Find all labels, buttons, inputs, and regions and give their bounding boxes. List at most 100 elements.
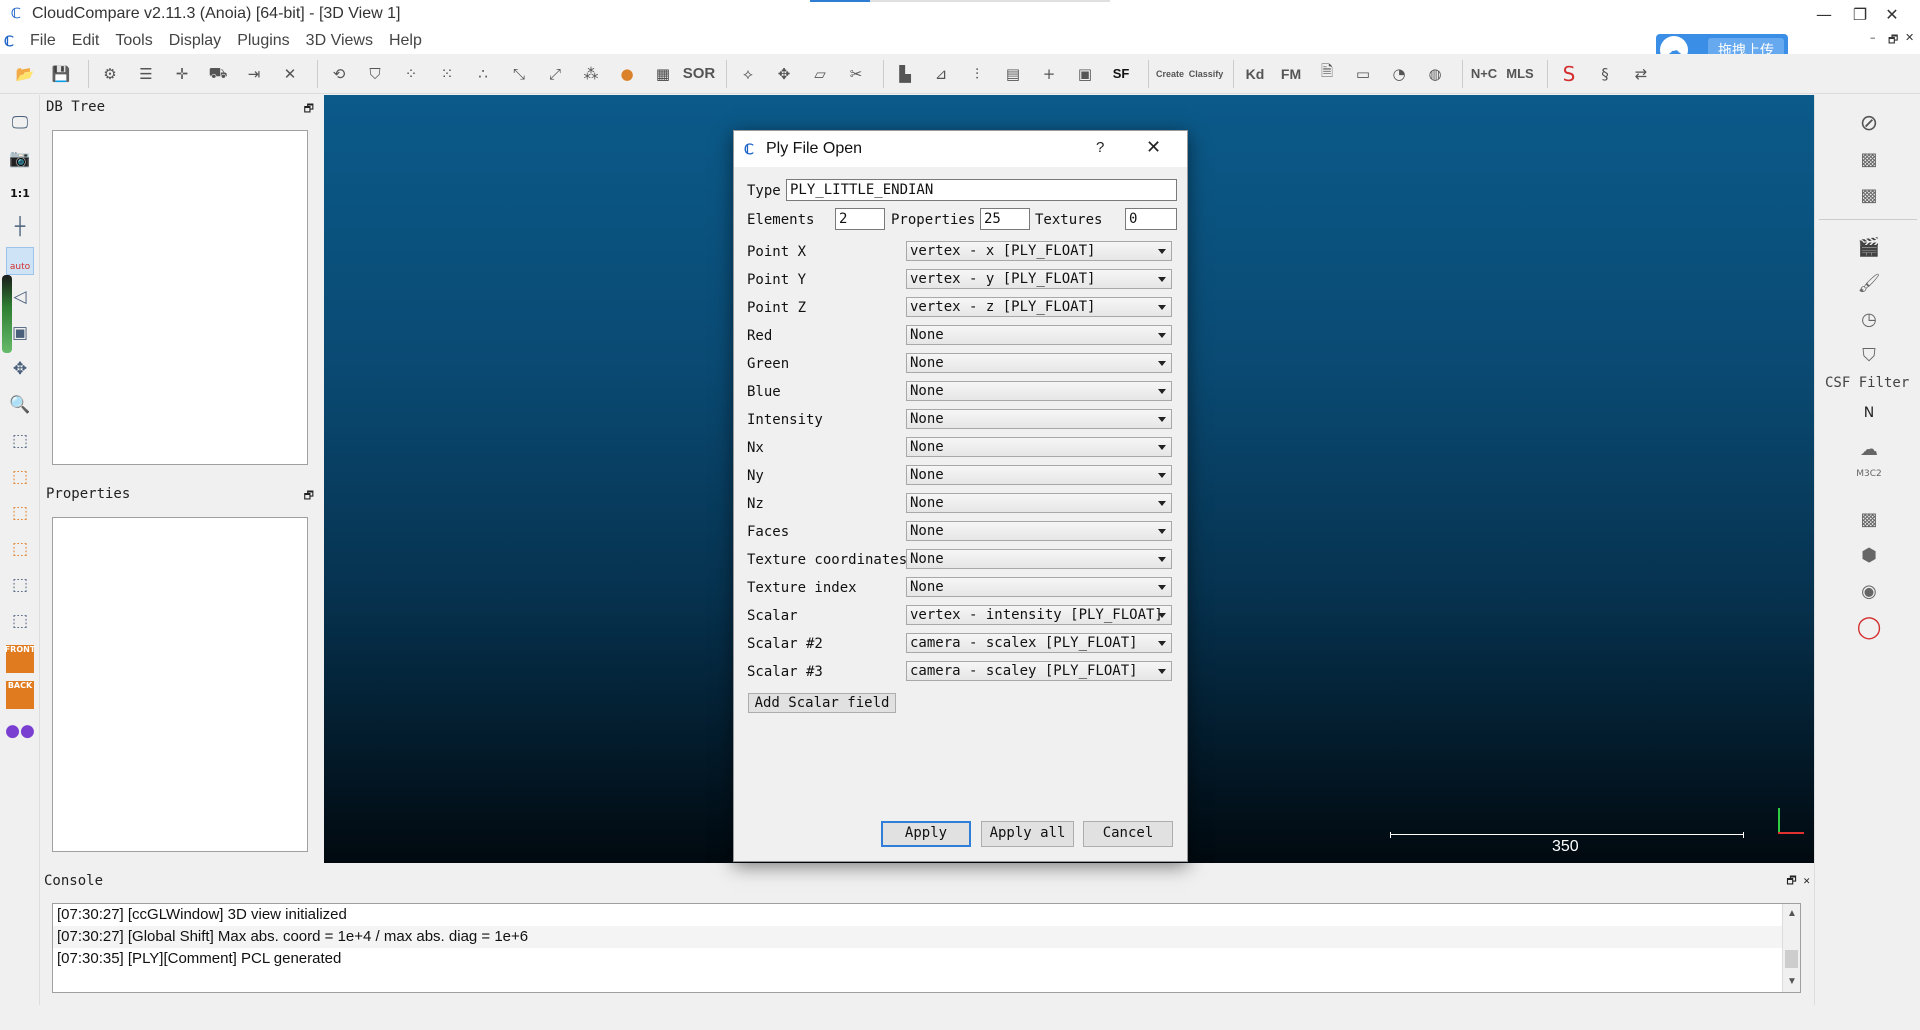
scalar-2-combo[interactable]: camera - scalex [PLY_FLOAT] xyxy=(906,633,1172,653)
add-icon[interactable]: + xyxy=(1034,59,1064,89)
crosshair-icon[interactable]: ✛ xyxy=(167,59,197,89)
card-icon[interactable]: ▭ xyxy=(1348,59,1378,89)
scroll-up-icon[interactable]: ▲ xyxy=(1787,908,1797,919)
float-panel-icon[interactable]: 🗗 xyxy=(304,99,314,119)
nc-icon[interactable]: N+C xyxy=(1469,59,1499,89)
cc-icon[interactable]: ⁂ xyxy=(576,59,606,89)
calculator-icon[interactable]: ▣ xyxy=(1070,59,1100,89)
canupo-create-icon[interactable]: Create xyxy=(1155,59,1185,89)
calendar-icon[interactable]: ▤ xyxy=(998,59,1028,89)
sample-icon[interactable]: ⁘ xyxy=(396,59,426,89)
canupo-classify-icon[interactable]: Classify xyxy=(1189,59,1224,89)
list-icon[interactable]: ☰ xyxy=(131,59,161,89)
top-view-icon[interactable]: ⬚ xyxy=(6,427,34,455)
camera-icon[interactable]: 📷 xyxy=(6,145,34,173)
float-panel-icon[interactable]: 🗗 xyxy=(304,486,314,506)
no-entry-icon[interactable]: ⊘ xyxy=(1855,109,1883,137)
export-icon[interactable]: ⇥ xyxy=(239,59,269,89)
brush-icon[interactable]: 🖌 xyxy=(1855,269,1883,297)
auto-pivot-icon[interactable]: auto xyxy=(6,247,34,275)
orange-shape-icon[interactable]: ● xyxy=(612,59,642,89)
document-icon[interactable]: 🗎 xyxy=(1312,59,1342,89)
move-icon[interactable]: ✥ xyxy=(6,355,34,383)
mls-icon[interactable]: MLS xyxy=(1505,59,1535,89)
menu-display[interactable]: Display xyxy=(161,32,229,50)
pie-icon[interactable]: ◔ xyxy=(1384,59,1414,89)
intensity-combo[interactable]: None xyxy=(906,409,1172,429)
mdi-close-button[interactable]: ✕ xyxy=(1905,31,1914,44)
subsample-icon[interactable]: ⁙ xyxy=(432,59,462,89)
menu-edit[interactable]: Edit xyxy=(64,32,108,50)
save-icon[interactable]: 💾 xyxy=(46,59,76,89)
blue-combo[interactable]: None xyxy=(906,381,1172,401)
translate-icon[interactable]: ✥ xyxy=(769,59,799,89)
scroll-down-icon[interactable]: ▼ xyxy=(1787,976,1797,987)
sphere-icon[interactable]: ◍ xyxy=(1420,59,1450,89)
plane-icon[interactable]: ▱ xyxy=(805,59,835,89)
db-tree-list[interactable] xyxy=(52,130,308,465)
cube-icon[interactable]: ▣ xyxy=(6,319,34,347)
car-icon[interactable]: ⛟ xyxy=(203,59,233,89)
menu-help[interactable]: Help xyxy=(381,32,430,50)
add-scalar-field-button[interactable]: Add Scalar field xyxy=(748,693,896,713)
csv-icon[interactable]: ▩ xyxy=(1855,181,1883,209)
console-scrollbar[interactable]: ▲ ▼ xyxy=(1782,904,1800,992)
front-iso-icon[interactable]: FRONT xyxy=(5,645,35,673)
sor-filter-icon[interactable]: SOR xyxy=(683,59,716,89)
view-direction-icon[interactable]: ◁ xyxy=(6,283,34,311)
gradient-icon[interactable]: ⊿ xyxy=(926,59,956,89)
pick-icon[interactable]: ⟡ xyxy=(733,59,763,89)
point-z-combo[interactable]: vertex - z [PLY_FLOAT] xyxy=(906,297,1172,317)
histogram-icon[interactable]: ▙ xyxy=(890,59,920,89)
properties-table[interactable] xyxy=(52,517,308,852)
ransac-icon[interactable]: ◉ xyxy=(1855,577,1883,605)
nz-combo[interactable]: None xyxy=(906,493,1172,513)
scalar-combo[interactable]: vertex - intensity [PLY_FLOAT] xyxy=(906,605,1172,625)
compass-icon[interactable]: ◷ xyxy=(1855,305,1883,333)
hpr-icon[interactable]: ☁ xyxy=(1855,435,1883,463)
textures-field[interactable]: 0 xyxy=(1125,208,1177,230)
scroll-thumb[interactable] xyxy=(1785,950,1798,968)
menu-3d-views[interactable]: 3D Views xyxy=(298,32,381,50)
rotate-icon[interactable]: ⟲ xyxy=(324,59,354,89)
back-iso-icon[interactable]: BACK xyxy=(6,681,34,709)
kd-tree-icon[interactable]: Kd xyxy=(1240,59,1270,89)
csf-shield-icon[interactable]: ⛉ xyxy=(1855,341,1883,369)
facet-icon[interactable]: FM xyxy=(1276,59,1306,89)
properties-field[interactable]: 25 xyxy=(980,208,1030,230)
scalar-3-combo[interactable]: camera - scaley [PLY_FLOAT] xyxy=(906,661,1172,681)
ratio-icon[interactable]: 1:1 xyxy=(6,179,34,207)
mdi-restore-button[interactable]: 🗗 xyxy=(1888,31,1898,50)
clapper-icon[interactable]: 🎬 xyxy=(1855,233,1883,261)
red-combo[interactable]: None xyxy=(906,325,1172,345)
hexagon-icon[interactable]: ⬢ xyxy=(1855,541,1883,569)
texture-coordinates-combo[interactable]: None xyxy=(906,549,1172,569)
type-field[interactable]: PLY_LITTLE_ENDIAN xyxy=(786,179,1177,201)
pcv-icon[interactable]: ▩ xyxy=(1855,505,1883,533)
scatter-icon[interactable]: ∴ xyxy=(468,59,498,89)
scale-icon[interactable]: ⤡ xyxy=(504,59,534,89)
mdi-logo-icon[interactable]: ℂ xyxy=(4,33,22,50)
dialog-close-button[interactable]: ✕ xyxy=(1146,137,1161,158)
green-combo[interactable]: None xyxy=(906,353,1172,373)
point-x-combo[interactable]: vertex - x [PLY_FLOAT] xyxy=(906,241,1172,261)
expand-icon[interactable]: ⤢ xyxy=(540,59,570,89)
delete-icon[interactable]: ✕ xyxy=(275,59,305,89)
console-output[interactable]: [07:30:27] [ccGLWindow] 3D view initiali… xyxy=(52,903,1801,993)
sf-max-icon[interactable]: ⫶ xyxy=(962,59,992,89)
s-curve-icon[interactable]: S xyxy=(1554,59,1584,89)
menu-plugins[interactable]: Plugins xyxy=(229,32,297,50)
pivot-icon[interactable]: ┼ xyxy=(6,213,34,241)
mdi-minimize-button[interactable]: – xyxy=(1870,31,1876,44)
elements-field[interactable]: 2 xyxy=(835,208,885,230)
segment-icon[interactable]: ✂ xyxy=(841,59,871,89)
monitor-icon[interactable]: 🖵 xyxy=(6,109,34,137)
menu-tools[interactable]: Tools xyxy=(107,32,160,50)
right-view-icon[interactable]: ⬚ xyxy=(6,571,34,599)
s-tool-icon[interactable]: § xyxy=(1590,59,1620,89)
back-view-icon[interactable]: ⬚ xyxy=(6,535,34,563)
front-view-icon[interactable]: ⬚ xyxy=(6,463,34,491)
close-window-button[interactable]: ✕ xyxy=(1868,0,1916,28)
shield-icon[interactable]: ⛉ xyxy=(360,59,390,89)
nx-combo[interactable]: None xyxy=(906,437,1172,457)
